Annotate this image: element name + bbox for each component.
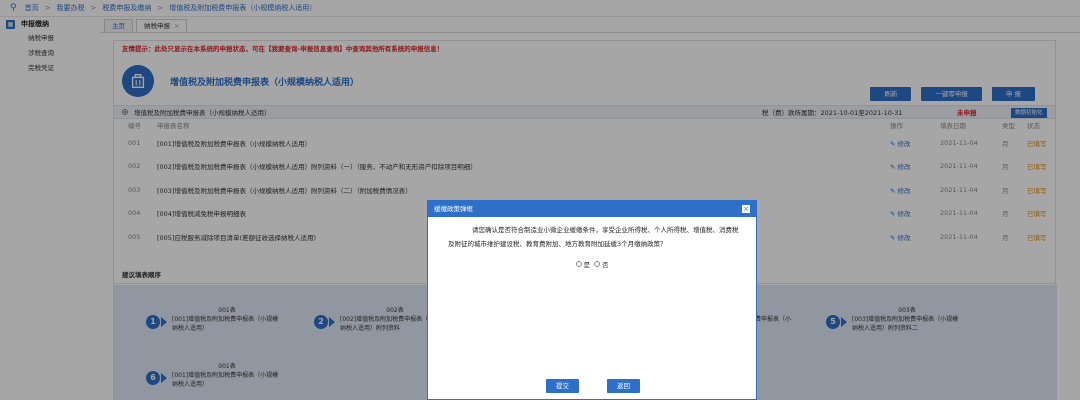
dialog-options: 是 否 (428, 259, 756, 269)
deferral-policy-dialog: 缓缴政策弹框 × 请您确认是否符合制造业小微企业缓缴条件，享受企业所得税、个人所… (427, 200, 757, 400)
close-icon[interactable]: × (742, 205, 750, 213)
radio-no[interactable] (594, 261, 600, 267)
radio-yes[interactable] (575, 261, 582, 267)
option-yes-label: 是 (583, 261, 591, 269)
option-yes[interactable]: 是 (575, 259, 591, 269)
dialog-header: 缓缴政策弹框 × (428, 201, 756, 217)
dialog-buttons: 提交 返回 (428, 379, 758, 393)
dialog-question: 请您确认是否符合制造业小微企业缓缴条件，享受企业所得税、个人所得税、增值税、消费… (448, 226, 739, 248)
submit-button[interactable]: 提交 (546, 379, 579, 393)
option-no[interactable]: 否 (594, 259, 609, 269)
dialog-title: 缓缴政策弹框 (434, 205, 473, 213)
option-no-label: 否 (602, 261, 609, 269)
back-button[interactable]: 返回 (607, 379, 640, 393)
